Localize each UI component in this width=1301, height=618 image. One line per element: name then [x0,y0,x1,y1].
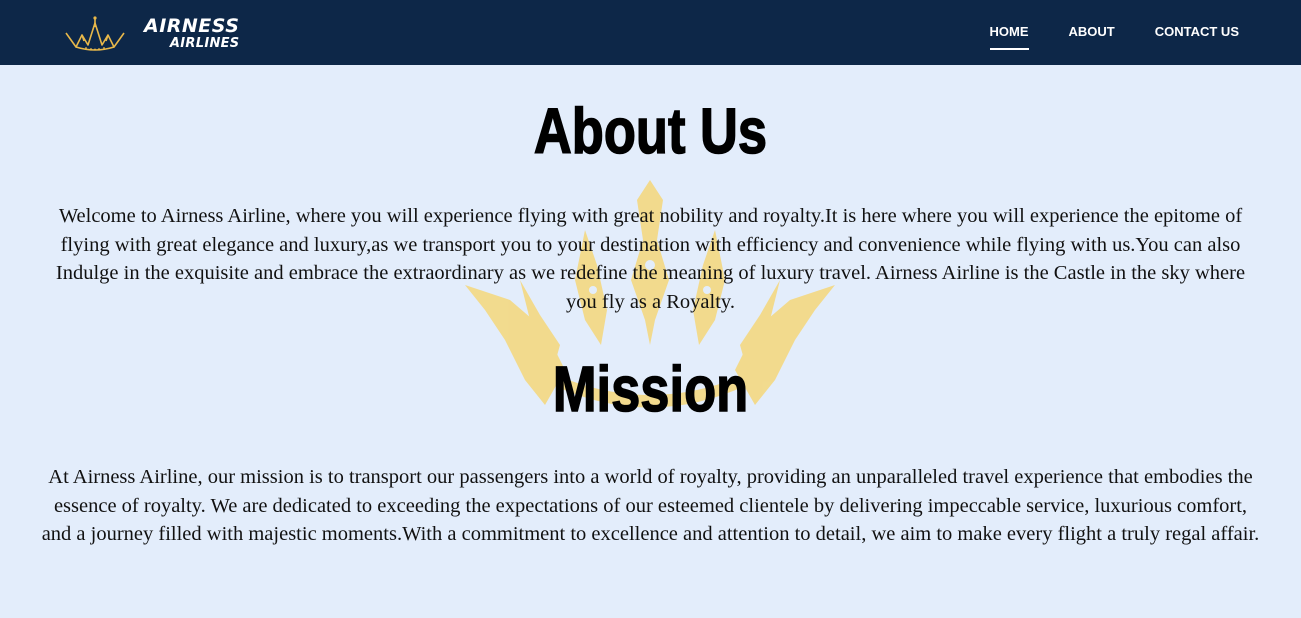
brand-subtitle: AIRLINES [169,35,240,51]
nav-link-home[interactable]: HOME [989,24,1029,50]
about-paragraph: Welcome to Airness Airline, where you wi… [55,205,1246,313]
main-nav: HOME ABOUT CONTACT US [989,0,1239,65]
top-navbar: AIRNESS AIRLINES HOME ABOUT CONTACT US [0,0,1301,65]
nav-link-contact[interactable]: CONTACT US [1155,24,1239,41]
brand-logo-link[interactable]: AIRNESS AIRLINES [62,10,239,56]
crown-icon [65,16,125,51]
mission-paragraph: At Airness Airline, our mission is to tr… [41,466,1260,545]
about-heading: About Us [533,95,768,167]
brand-wordmark: AIRNESS AIRLINES [144,14,240,51]
mission-heading: Mission [552,353,749,425]
brand-name: AIRNESS [144,14,240,37]
nav-link-about[interactable]: ABOUT [1069,24,1115,41]
